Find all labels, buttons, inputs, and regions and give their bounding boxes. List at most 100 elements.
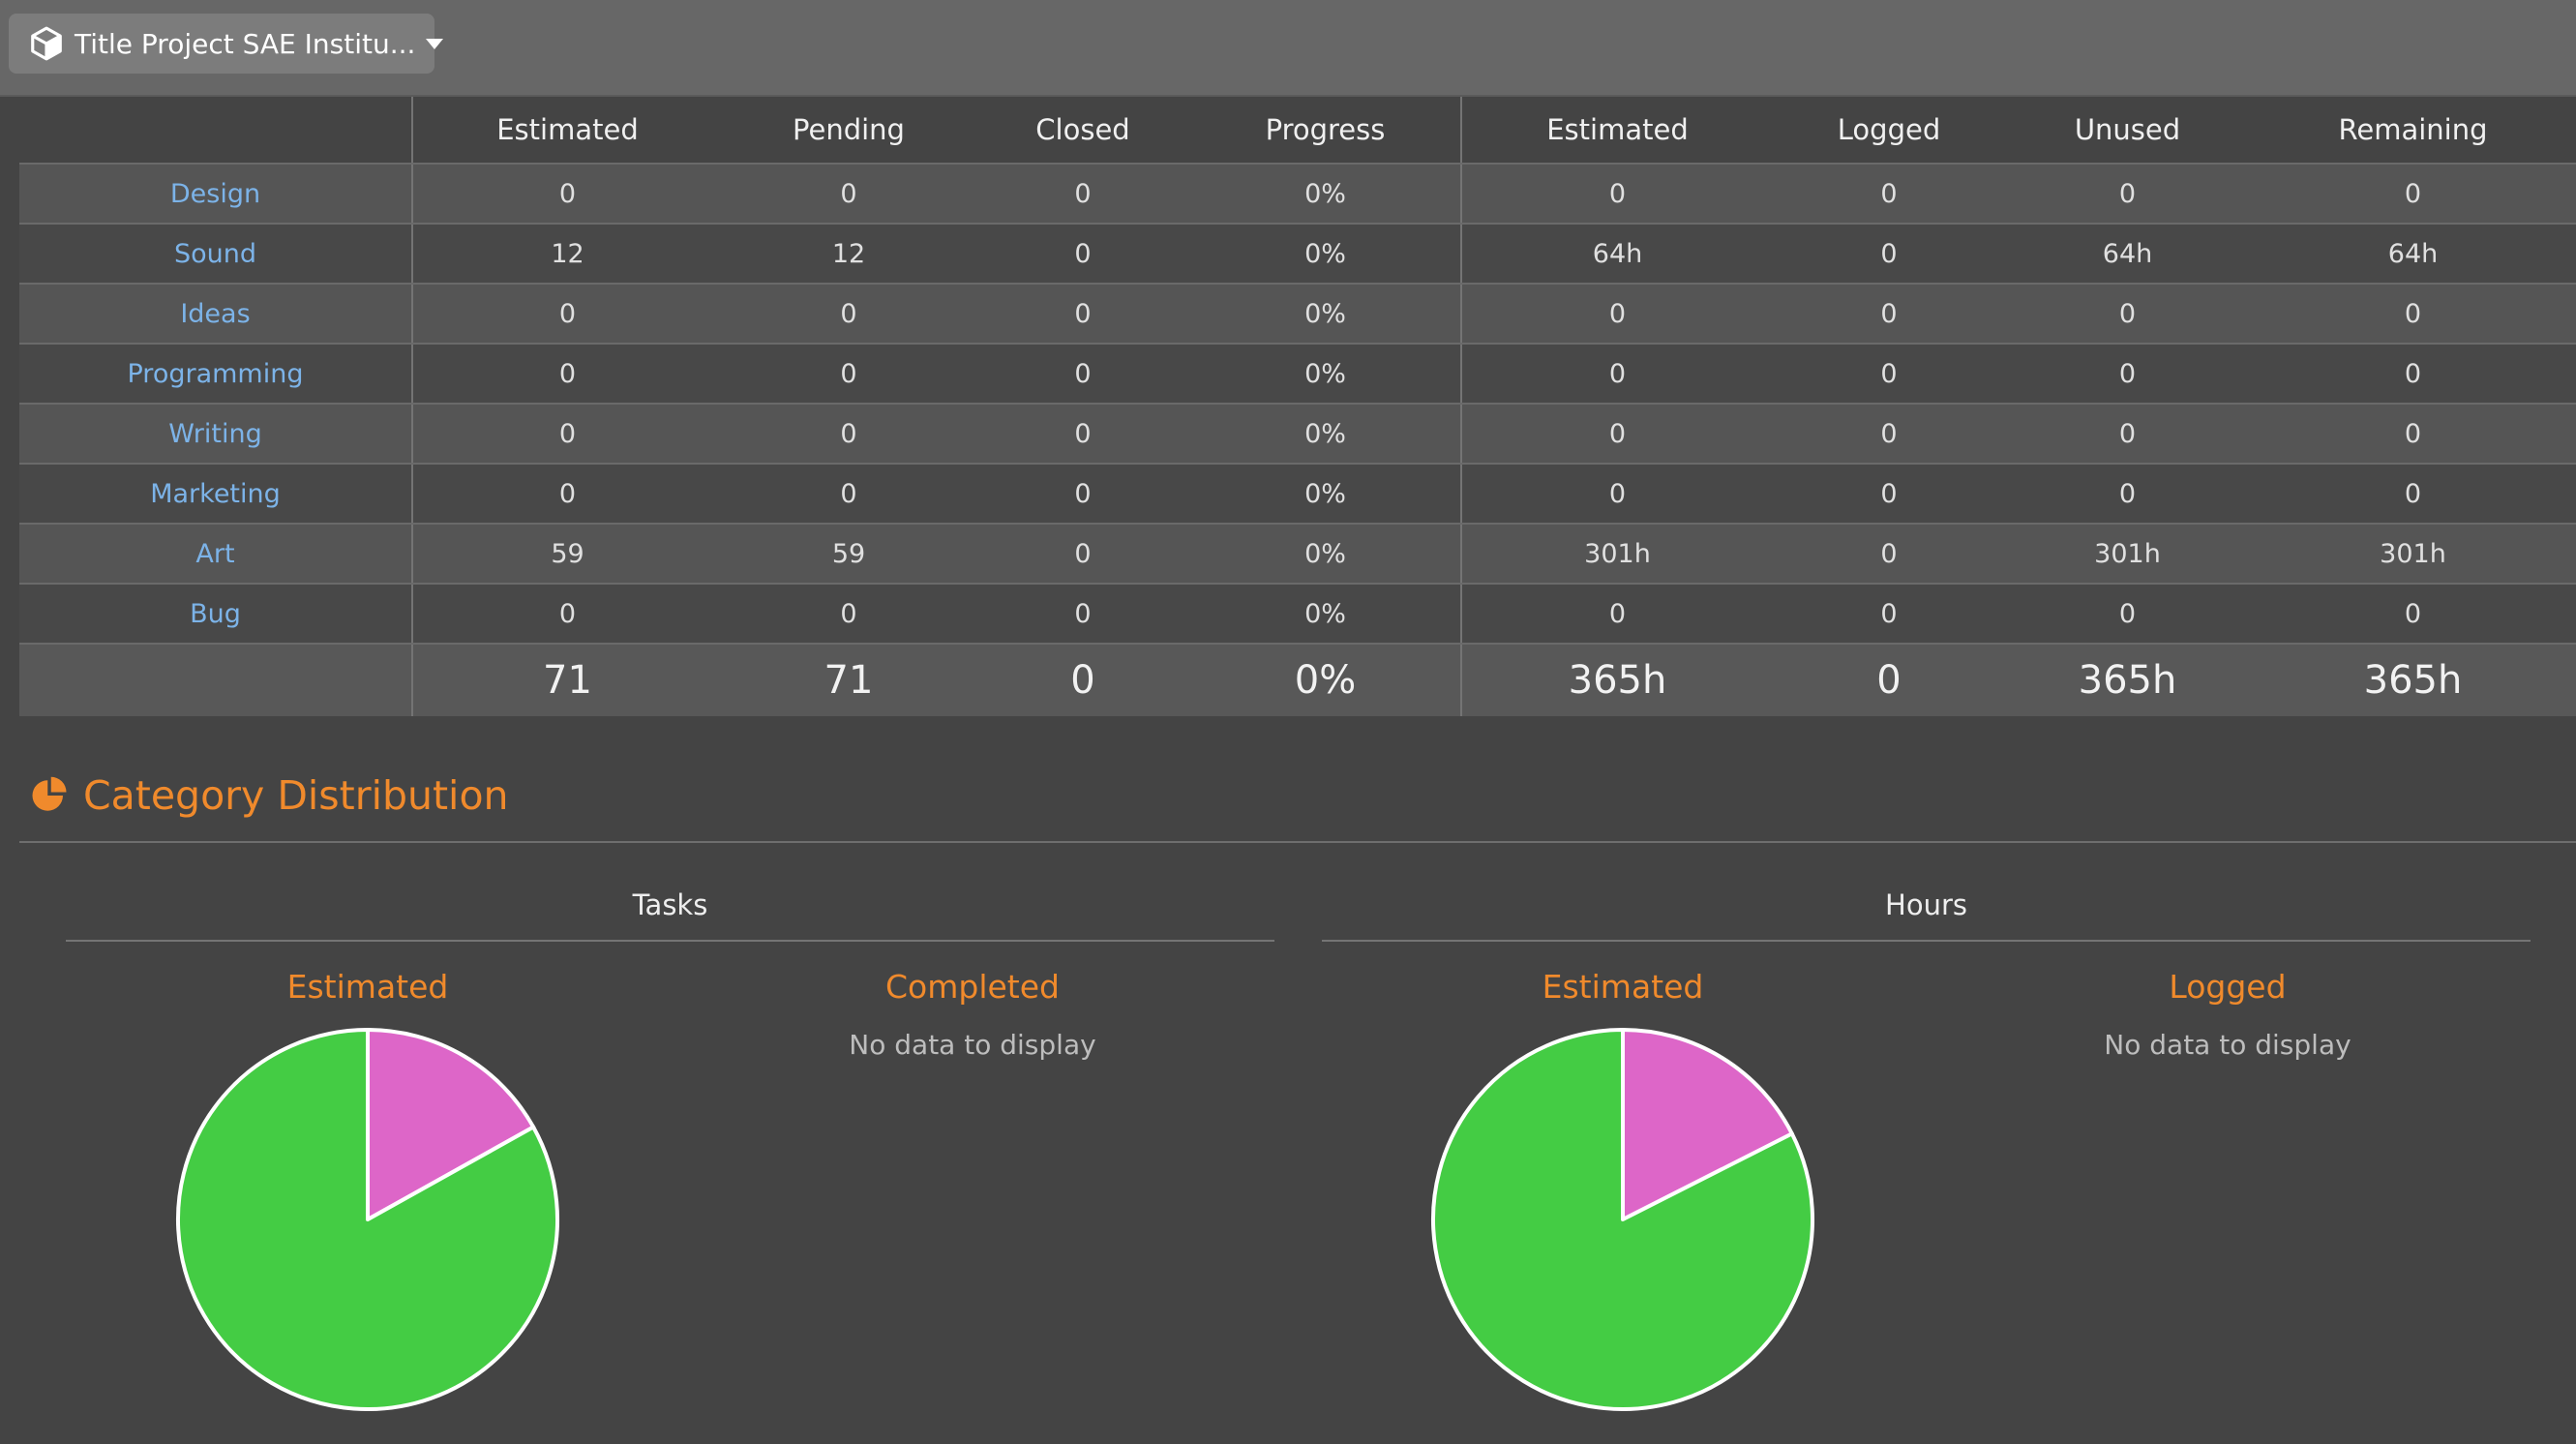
- column-header-closed: Closed: [975, 97, 1190, 165]
- hours-logged-chart-title: Logged: [2169, 968, 2287, 1006]
- column-header-unused: Unused: [2005, 97, 2250, 165]
- table-cell: 0: [1773, 164, 2005, 225]
- tasks-estimated-pie-chart: [176, 1028, 559, 1411]
- table-cell: 0: [412, 584, 722, 645]
- category-link-marketing[interactable]: Marketing: [19, 464, 413, 525]
- hours-group-title: Hours: [1885, 888, 1967, 921]
- table-cell: 0: [2250, 584, 2576, 645]
- table-cell: 0: [412, 164, 722, 225]
- table-cell: 0: [1773, 524, 2005, 585]
- table-cell: 0: [975, 584, 1190, 645]
- table-cell: 0: [2005, 344, 2250, 405]
- category-link-bug[interactable]: Bug: [19, 584, 413, 645]
- no-data-message: No data to display: [2104, 1029, 2351, 1061]
- table-row: Ideas 0 0 0 0% 0 0 0 0: [19, 284, 2576, 345]
- total-cell-label: [19, 644, 413, 716]
- table-header-row: Estimated Pending Closed Progress Estima…: [19, 97, 2576, 165]
- no-data-message: No data to display: [849, 1029, 1096, 1061]
- table-cell: 0: [1461, 404, 1773, 465]
- column-header-hours-estimated: Estimated: [1461, 97, 1773, 165]
- table-cell: 0: [2250, 164, 2576, 225]
- category-link-art[interactable]: Art: [19, 524, 413, 585]
- total-cell: 71: [412, 644, 722, 716]
- table-row: Design 0 0 0 0% 0 0 0 0: [19, 164, 2576, 225]
- total-cell: 365h: [2250, 644, 2576, 716]
- total-cell: 0: [975, 644, 1190, 716]
- table-cell: 0: [1773, 404, 2005, 465]
- table-row: Programming 0 0 0 0% 0 0 0 0: [19, 344, 2576, 405]
- table-cell: 0: [975, 284, 1190, 345]
- category-link-writing[interactable]: Writing: [19, 404, 413, 465]
- divider: [1322, 940, 2531, 942]
- category-link-ideas[interactable]: Ideas: [19, 284, 413, 345]
- table-cell: 0: [2250, 344, 2576, 405]
- table-cell: 301h: [2005, 524, 2250, 585]
- category-link-sound[interactable]: Sound: [19, 224, 413, 285]
- table-cell: 0: [1773, 284, 2005, 345]
- table-cell: 0: [975, 404, 1190, 465]
- project-name: Title Project SAE Institu...: [75, 27, 416, 60]
- total-cell: 0%: [1190, 644, 1462, 716]
- table-cell: 59: [722, 524, 975, 585]
- table-cell: 0: [2005, 584, 2250, 645]
- table-cell: 0%: [1190, 464, 1462, 525]
- total-cell: 365h: [2005, 644, 2250, 716]
- totals-row: 71 71 0 0% 365h 0 365h 365h: [19, 644, 2576, 716]
- table-cell: 0%: [1190, 284, 1462, 345]
- table-cell: 0%: [1190, 164, 1462, 225]
- category-distribution-heading: Category Distribution: [29, 765, 509, 827]
- table-cell: 0: [1461, 344, 1773, 405]
- table-cell: 0%: [1190, 584, 1462, 645]
- table-cell: 0: [1461, 464, 1773, 525]
- table-cell: 0: [722, 404, 975, 465]
- tasks-estimated-chart-title: Estimated: [286, 968, 449, 1006]
- divider: [66, 940, 1274, 942]
- table-cell: 0: [2005, 404, 2250, 465]
- table-cell: 0: [2250, 404, 2576, 465]
- table-cell: 0: [722, 284, 975, 345]
- table-cell: 0: [975, 464, 1190, 525]
- table-row: Writing 0 0 0 0% 0 0 0 0: [19, 404, 2576, 465]
- table-cell: 0: [722, 584, 975, 645]
- table-row: Art 59 59 0 0% 301h 0 301h 301h: [19, 524, 2576, 585]
- total-cell: 0: [1773, 644, 2005, 716]
- table-cell: 0: [975, 224, 1190, 285]
- table-cell: 0: [2250, 464, 2576, 525]
- caret-down-icon: [423, 32, 446, 55]
- table-cell: 0: [412, 344, 722, 405]
- table-cell: 0: [2005, 284, 2250, 345]
- table-cell: 0: [1461, 164, 1773, 225]
- category-link-programming[interactable]: Programming: [19, 344, 413, 405]
- table-cell: 0: [1773, 584, 2005, 645]
- table-cell: 0%: [1190, 404, 1462, 465]
- table-cell: 0: [412, 464, 722, 525]
- table-cell: 64h: [1461, 224, 1773, 285]
- table-cell: 0%: [1190, 344, 1462, 405]
- table-row: Bug 0 0 0 0% 0 0 0 0: [19, 584, 2576, 645]
- table-cell: 0: [1461, 584, 1773, 645]
- table-cell: 0: [1773, 344, 2005, 405]
- table-cell: 0: [1461, 284, 1773, 345]
- table-cell: 0: [412, 404, 722, 465]
- tasks-group-title: Tasks: [632, 888, 708, 921]
- table-cell: 0: [1773, 464, 2005, 525]
- project-selector-button[interactable]: Title Project SAE Institu...: [9, 14, 444, 74]
- table-cell: 0: [975, 344, 1190, 405]
- table-cell: 64h: [2250, 224, 2576, 285]
- total-cell: 71: [722, 644, 975, 716]
- hours-estimated-chart-title: Estimated: [1542, 968, 1704, 1006]
- table-cell: 59: [412, 524, 722, 585]
- column-header: [19, 97, 413, 165]
- column-header-logged: Logged: [1773, 97, 2005, 165]
- category-stats-table: Estimated Pending Closed Progress Estima…: [19, 97, 2576, 716]
- table-cell: 0: [975, 524, 1190, 585]
- table-cell: 0: [1773, 224, 2005, 285]
- table-cell: 0%: [1190, 224, 1462, 285]
- divider: [19, 841, 2576, 843]
- table-cell: 0: [975, 164, 1190, 225]
- hours-estimated-pie-chart: [1431, 1028, 1814, 1411]
- top-bar: Title Project SAE Institu...: [0, 0, 2576, 97]
- category-link-design[interactable]: Design: [19, 164, 413, 225]
- table-row: Marketing 0 0 0 0% 0 0 0 0: [19, 464, 2576, 525]
- table-cell: 0: [722, 164, 975, 225]
